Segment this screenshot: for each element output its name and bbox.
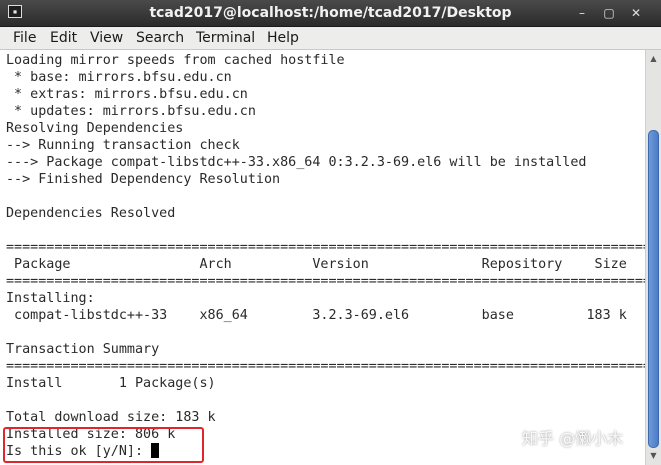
terminal-scrollbar[interactable]: ▲ ▼ <box>645 50 661 465</box>
terminal-area[interactable]: Loading mirror speeds from cached hostfi… <box>0 50 645 465</box>
window-titlebar[interactable]: ▪ tcad2017@localhost:/home/tcad2017/Desk… <box>0 0 661 27</box>
menu-search[interactable]: Search <box>136 27 184 49</box>
close-icon[interactable]: ✕ <box>625 0 647 26</box>
scroll-down-arrow-icon[interactable]: ▼ <box>646 449 661 463</box>
terminal-app-icon: ▪ <box>8 5 22 18</box>
minimize-icon[interactable]: – <box>571 0 593 26</box>
scrollbar-thumb[interactable] <box>648 130 659 448</box>
terminal-output-text: Loading mirror speeds from cached hostfi… <box>6 53 645 459</box>
menu-edit[interactable]: Edit <box>50 27 77 49</box>
menu-bar: File Edit View Search Terminal Help <box>0 27 661 50</box>
terminal-output: Loading mirror speeds from cached hostfi… <box>6 52 645 460</box>
menu-help[interactable]: Help <box>267 27 299 49</box>
window-title: tcad2017@localhost:/home/tcad2017/Deskto… <box>149 5 512 21</box>
menu-file[interactable]: File <box>13 27 36 49</box>
menu-view[interactable]: View <box>90 27 123 49</box>
scroll-up-arrow-icon[interactable]: ▲ <box>646 52 661 66</box>
prompt-highlight-box <box>3 427 204 463</box>
zhihu-watermark: 知乎 @懒小木 <box>522 429 624 448</box>
menu-terminal[interactable]: Terminal <box>196 27 255 49</box>
maximize-icon[interactable]: ▢ <box>598 0 620 26</box>
